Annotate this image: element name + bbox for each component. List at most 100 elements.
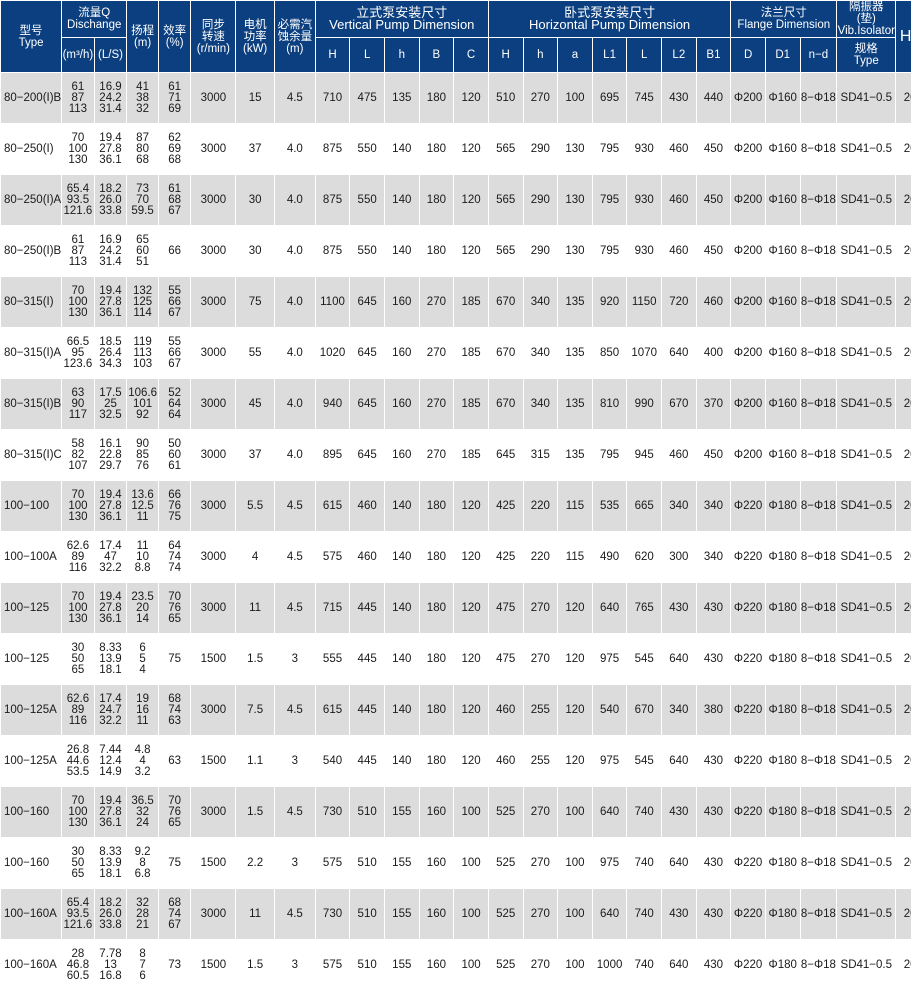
flange-cell: 8−Φ18 <box>800 328 837 379</box>
type-cell: 100−100 <box>1 481 62 532</box>
flow-ls-cell: 19.427.836.1 <box>94 583 127 634</box>
flange-cell: Φ200 <box>731 277 766 328</box>
flange-cell: Φ220 <box>731 736 766 787</box>
speed-cell: 3000 <box>191 328 236 379</box>
horizontal-dim-cell: 100 <box>558 838 593 889</box>
horizontal-dim-cell: 620 <box>627 532 662 583</box>
horizontal-dim-cell: 1000 <box>592 940 627 991</box>
horizontal-dim-cell: 460 <box>662 430 697 481</box>
type-cell: 80−315(I)C <box>1 430 62 481</box>
flange-cell: Φ200 <box>731 328 766 379</box>
vertical-dim-cell: 140 <box>384 736 419 787</box>
vertical-dim-cell: 155 <box>384 889 419 940</box>
vertical-dim-cell: 510 <box>350 940 385 991</box>
vertical-dim-cell: 185 <box>454 379 489 430</box>
vertical-dim-cell: 270 <box>419 328 454 379</box>
efficiency-cell: 66 <box>158 226 191 277</box>
flow-ls-cell: 16.924.231.4 <box>94 73 127 124</box>
head-cell: 322821 <box>127 889 159 940</box>
h1-cell: 20 <box>896 175 911 226</box>
horizontal-dim-cell: 545 <box>627 634 662 685</box>
flange-cell: Φ160 <box>765 430 800 481</box>
horizontal-dim-cell: 490 <box>592 532 627 583</box>
horizontal-dim-cell: 120 <box>558 685 593 736</box>
vertical-dim-cell: 140 <box>384 481 419 532</box>
horizontal-dim-cell: 670 <box>488 379 523 430</box>
type-cell: 100−160A <box>1 889 62 940</box>
horizontal-dim-cell: 745 <box>627 73 662 124</box>
table-row: 100−125A62.68911617.424.732.219161168746… <box>1 685 911 736</box>
horizontal-dim-cell: 430 <box>662 787 697 838</box>
table-row: 100−1007010013019.427.836.113.612.511667… <box>1 481 911 532</box>
power-header: 电机功率(kW) <box>236 1 275 73</box>
head-cell: 737059.5 <box>127 175 159 226</box>
table-row: 80−250(I)A65.493.5121.618.226.033.873705… <box>1 175 911 226</box>
vertical-dim-cell: 445 <box>350 685 385 736</box>
npsh-header-label: 必需汽蚀余量(m) <box>275 19 315 55</box>
head-cell: 413832 <box>127 73 159 124</box>
h1-cell: 20 <box>896 124 911 175</box>
horizontal-dim-cell: 430 <box>696 736 731 787</box>
vertical-dim-cell: 270 <box>419 430 454 481</box>
horizontal-dim-cell: 975 <box>592 736 627 787</box>
horizontal-dim-cell: 130 <box>558 175 593 226</box>
horizontal-dim-cell: 130 <box>558 124 593 175</box>
flow-header-label: 流量QDischange <box>62 7 126 31</box>
flange-cell: Φ180 <box>765 634 800 685</box>
horizontal-dim-cell: 795 <box>592 430 627 481</box>
speed-cell: 3000 <box>191 889 236 940</box>
horizontal-dim-cell: 430 <box>696 940 731 991</box>
vertical-dim-cell: 615 <box>315 481 350 532</box>
horizontal-dim-cell: 430 <box>696 889 731 940</box>
horizontal-dim-cell: 460 <box>696 277 731 328</box>
horizontal-dim-cell: 565 <box>488 226 523 277</box>
horizontal-dim-cell: 255 <box>523 685 558 736</box>
horizontal-dim-cell: 525 <box>488 940 523 991</box>
efficiency-cell: 647474 <box>158 532 191 583</box>
isolator-type-cell: SD41−0.5 <box>837 634 896 685</box>
vertical-dim-cell: 1100 <box>315 277 350 328</box>
power-cell: 1.5 <box>236 940 275 991</box>
horizontal-dim-cell: 975 <box>592 634 627 685</box>
flange-cell: Φ200 <box>731 175 766 226</box>
vertical-dim-cell: 120 <box>454 583 489 634</box>
flange-cell: Φ220 <box>731 787 766 838</box>
flange-cell: Φ220 <box>731 685 766 736</box>
npsh-cell: 3 <box>274 940 315 991</box>
vertical-dim-cell: 140 <box>384 124 419 175</box>
npsh-cell: 4.5 <box>274 532 315 583</box>
h-col-a: a <box>558 38 593 73</box>
horizontal-dim-cell: 340 <box>523 277 558 328</box>
efficiency-cell: 526464 <box>158 379 191 430</box>
horizontal-dim-cell: 670 <box>488 328 523 379</box>
vertical-dim-cell: 140 <box>384 532 419 583</box>
npsh-cell: 4.5 <box>274 889 315 940</box>
head-cell: 878068 <box>127 124 159 175</box>
efficiency-cell: 556667 <box>158 328 191 379</box>
flange-cell: Φ200 <box>731 73 766 124</box>
horizontal-dim-cell: 290 <box>523 175 558 226</box>
horizontal-dim-cell: 525 <box>488 787 523 838</box>
power-cell: 55 <box>236 328 275 379</box>
efficiency-cell: 687463 <box>158 685 191 736</box>
horizontal-dim-cell: 130 <box>558 226 593 277</box>
horizontal-dim-cell: 930 <box>627 175 662 226</box>
horizontal-dim-cell: 795 <box>592 226 627 277</box>
power-cell: 11 <box>236 583 275 634</box>
table-row: 100−1603050658.3313.918.19.286.87515002.… <box>1 838 911 889</box>
h1-cell: 20 <box>896 583 911 634</box>
flange-cell: Φ200 <box>731 124 766 175</box>
vertical-dim-cell: 710 <box>315 73 350 124</box>
vertical-dim-cell: 120 <box>454 73 489 124</box>
horizontal-dim-cell: 765 <box>627 583 662 634</box>
efficiency-cell: 687467 <box>158 889 191 940</box>
npsh-header: 必需汽蚀余量(m) <box>274 1 315 73</box>
flange-cell: 8−Φ18 <box>800 634 837 685</box>
horizontal-dimension-label: 卧式泵安装尺寸Horizontal Pump Dimension <box>489 7 730 31</box>
vertical-dim-cell: 100 <box>454 940 489 991</box>
npsh-cell: 4.5 <box>274 583 315 634</box>
v-col-l: L <box>350 38 385 73</box>
npsh-cell: 4.0 <box>274 430 315 481</box>
type-cell: 80−250(I)B <box>1 226 62 277</box>
speed-cell: 3000 <box>191 73 236 124</box>
